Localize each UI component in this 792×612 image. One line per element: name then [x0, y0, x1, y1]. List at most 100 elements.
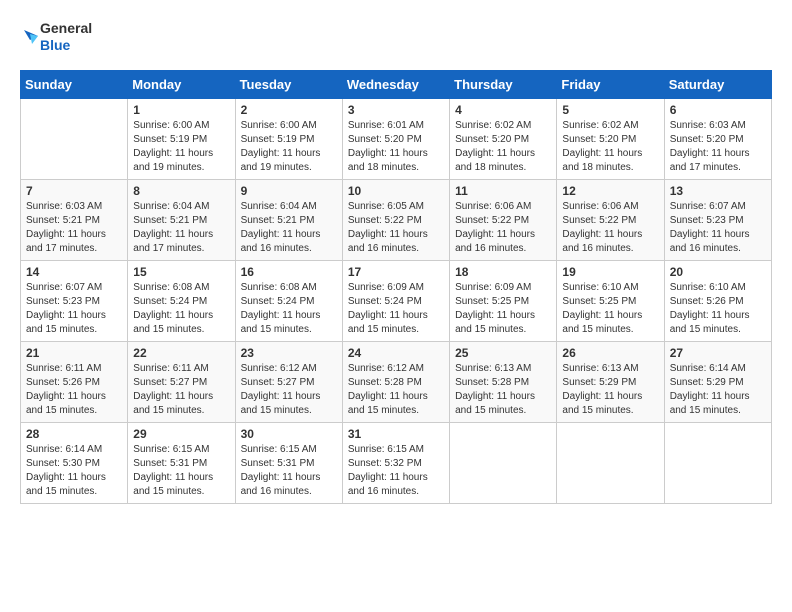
calendar-table: SundayMondayTuesdayWednesdayThursdayFrid…: [20, 70, 772, 504]
day-cell: 27 Sunrise: 6:14 AMSunset: 5:29 PMDayligh…: [664, 341, 771, 422]
logo-general: General: [40, 20, 92, 37]
day-number: 24: [348, 346, 444, 360]
day-cell: 30 Sunrise: 6:15 AMSunset: 5:31 PMDayligh…: [235, 422, 342, 503]
day-cell: 15 Sunrise: 6:08 AMSunset: 5:24 PMDayligh…: [128, 260, 235, 341]
day-info: Sunrise: 6:07 AMSunset: 5:23 PMDaylight:…: [670, 200, 766, 256]
day-info: Sunrise: 6:03 AMSunset: 5:20 PMDaylight:…: [670, 119, 766, 175]
day-cell: 23 Sunrise: 6:12 AMSunset: 5:27 PMDayligh…: [235, 341, 342, 422]
day-info: Sunrise: 6:15 AMSunset: 5:31 PMDaylight:…: [133, 443, 229, 499]
day-cell: 13Sunrise: 6:07 AMSunset: 5:23 PMDayligh…: [664, 179, 771, 260]
day-cell: 16 Sunrise: 6:08 AMSunset: 5:24 PMDayligh…: [235, 260, 342, 341]
day-number: 10: [348, 184, 444, 198]
day-cell: 22 Sunrise: 6:11 AMSunset: 5:27 PMDayligh…: [128, 341, 235, 422]
day-header-monday: Monday: [128, 70, 235, 98]
day-info: Sunrise: 6:10 AMSunset: 5:26 PMDaylight:…: [670, 281, 766, 337]
day-cell: [557, 422, 664, 503]
day-cell: 21 Sunrise: 6:11 AMSunset: 5:26 PMDayligh…: [21, 341, 128, 422]
day-cell: 10Sunrise: 6:05 AMSunset: 5:22 PMDayligh…: [342, 179, 449, 260]
day-cell: 18Sunrise: 6:09 AMSunset: 5:25 PMDayligh…: [450, 260, 557, 341]
week-row-3: 14 Sunrise: 6:07 AMSunset: 5:23 PMDayligh…: [21, 260, 772, 341]
day-number: 4: [455, 103, 551, 117]
day-cell: [21, 98, 128, 179]
day-cell: 5 Sunrise: 6:02 AMSunset: 5:20 PMDaylight…: [557, 98, 664, 179]
day-info: Sunrise: 6:11 AMSunset: 5:27 PMDaylight:…: [133, 362, 229, 418]
day-info: Sunrise: 6:06 AMSunset: 5:22 PMDaylight:…: [455, 200, 551, 256]
logo-container: General Blue: [20, 20, 92, 54]
day-cell: 2 Sunrise: 6:00 AMSunset: 5:19 PMDaylight…: [235, 98, 342, 179]
day-number: 21: [26, 346, 122, 360]
day-number: 3: [348, 103, 444, 117]
day-number: 2: [241, 103, 337, 117]
day-number: 22: [133, 346, 229, 360]
day-number: 1: [133, 103, 229, 117]
day-cell: 31Sunrise: 6:15 AMSunset: 5:32 PMDayligh…: [342, 422, 449, 503]
day-info: Sunrise: 6:03 AMSunset: 5:21 PMDaylight:…: [26, 200, 122, 256]
day-cell: 24 Sunrise: 6:12 AMSunset: 5:28 PMDayligh…: [342, 341, 449, 422]
day-info: Sunrise: 6:12 AMSunset: 5:28 PMDaylight:…: [348, 362, 444, 418]
day-cell: 29 Sunrise: 6:15 AMSunset: 5:31 PMDayligh…: [128, 422, 235, 503]
day-number: 31: [348, 427, 444, 441]
day-cell: 7 Sunrise: 6:03 AMSunset: 5:21 PMDaylight…: [21, 179, 128, 260]
day-info: Sunrise: 6:13 AMSunset: 5:29 PMDaylight:…: [562, 362, 658, 418]
day-number: 8: [133, 184, 229, 198]
day-cell: [450, 422, 557, 503]
week-row-4: 21 Sunrise: 6:11 AMSunset: 5:26 PMDayligh…: [21, 341, 772, 422]
day-info: Sunrise: 6:04 AMSunset: 5:21 PMDaylight:…: [241, 200, 337, 256]
day-cell: 20 Sunrise: 6:10 AMSunset: 5:26 PMDayligh…: [664, 260, 771, 341]
day-cell: 14 Sunrise: 6:07 AMSunset: 5:23 PMDayligh…: [21, 260, 128, 341]
day-number: 9: [241, 184, 337, 198]
days-header-row: SundayMondayTuesdayWednesdayThursdayFrid…: [21, 70, 772, 98]
day-number: 23: [241, 346, 337, 360]
day-info: Sunrise: 6:02 AMSunset: 5:20 PMDaylight:…: [455, 119, 551, 175]
day-cell: 26 Sunrise: 6:13 AMSunset: 5:29 PMDayligh…: [557, 341, 664, 422]
day-cell: 12 Sunrise: 6:06 AMSunset: 5:22 PMDayligh…: [557, 179, 664, 260]
day-number: 14: [26, 265, 122, 279]
day-number: 17: [348, 265, 444, 279]
day-header-tuesday: Tuesday: [235, 70, 342, 98]
day-cell: 8 Sunrise: 6:04 AMSunset: 5:21 PMDaylight…: [128, 179, 235, 260]
day-cell: 3 Sunrise: 6:01 AMSunset: 5:20 PMDaylight…: [342, 98, 449, 179]
day-number: 20: [670, 265, 766, 279]
day-number: 15: [133, 265, 229, 279]
day-number: 30: [241, 427, 337, 441]
day-number: 12: [562, 184, 658, 198]
day-number: 5: [562, 103, 658, 117]
day-info: Sunrise: 6:06 AMSunset: 5:22 PMDaylight:…: [562, 200, 658, 256]
day-info: Sunrise: 6:15 AMSunset: 5:31 PMDaylight:…: [241, 443, 337, 499]
day-info: Sunrise: 6:00 AMSunset: 5:19 PMDaylight:…: [241, 119, 337, 175]
day-number: 26: [562, 346, 658, 360]
logo-blue: Blue: [40, 37, 92, 54]
day-info: Sunrise: 6:07 AMSunset: 5:23 PMDaylight:…: [26, 281, 122, 337]
logo: General Blue: [20, 20, 92, 54]
day-info: Sunrise: 6:01 AMSunset: 5:20 PMDaylight:…: [348, 119, 444, 175]
day-header-thursday: Thursday: [450, 70, 557, 98]
day-cell: 6Sunrise: 6:03 AMSunset: 5:20 PMDaylight…: [664, 98, 771, 179]
day-cell: 9 Sunrise: 6:04 AMSunset: 5:21 PMDaylight…: [235, 179, 342, 260]
week-row-5: 28Sunrise: 6:14 AMSunset: 5:30 PMDayligh…: [21, 422, 772, 503]
day-number: 28: [26, 427, 122, 441]
day-cell: 28Sunrise: 6:14 AMSunset: 5:30 PMDayligh…: [21, 422, 128, 503]
day-info: Sunrise: 6:04 AMSunset: 5:21 PMDaylight:…: [133, 200, 229, 256]
day-info: Sunrise: 6:02 AMSunset: 5:20 PMDaylight:…: [562, 119, 658, 175]
day-cell: 1Sunrise: 6:00 AMSunset: 5:19 PMDaylight…: [128, 98, 235, 179]
day-cell: 19 Sunrise: 6:10 AMSunset: 5:25 PMDayligh…: [557, 260, 664, 341]
day-number: 29: [133, 427, 229, 441]
page-header: General Blue: [20, 20, 772, 54]
week-row-2: 7 Sunrise: 6:03 AMSunset: 5:21 PMDaylight…: [21, 179, 772, 260]
day-info: Sunrise: 6:08 AMSunset: 5:24 PMDaylight:…: [241, 281, 337, 337]
day-info: Sunrise: 6:08 AMSunset: 5:24 PMDaylight:…: [133, 281, 229, 337]
day-number: 19: [562, 265, 658, 279]
week-row-1: 1 Sunrise: 6:00 AMSunset: 5:19 PMDaylight…: [21, 98, 772, 179]
day-info: Sunrise: 6:11 AMSunset: 5:26 PMDaylight:…: [26, 362, 122, 418]
day-info: Sunrise: 6:14 AMSunset: 5:29 PMDaylight:…: [670, 362, 766, 418]
day-header-saturday: Saturday: [664, 70, 771, 98]
day-info: Sunrise: 6:13 AMSunset: 5:28 PMDaylight:…: [455, 362, 551, 418]
day-info: Sunrise: 6:10 AMSunset: 5:25 PMDaylight:…: [562, 281, 658, 337]
day-number: 16: [241, 265, 337, 279]
day-number: 7: [26, 184, 122, 198]
day-header-friday: Friday: [557, 70, 664, 98]
day-info: Sunrise: 6:12 AMSunset: 5:27 PMDaylight:…: [241, 362, 337, 418]
day-number: 27: [670, 346, 766, 360]
day-cell: 17Sunrise: 6:09 AMSunset: 5:24 PMDayligh…: [342, 260, 449, 341]
day-number: 18: [455, 265, 551, 279]
